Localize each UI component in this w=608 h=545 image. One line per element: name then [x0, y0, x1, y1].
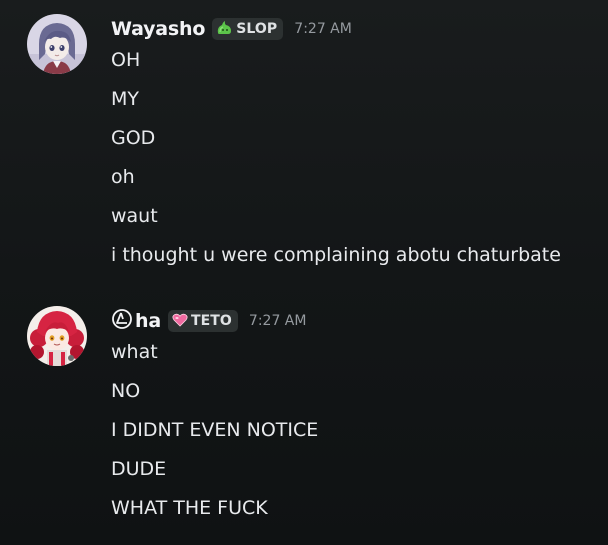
message-lines: what NO I DIDNT EVEN NOTICE DUDE WHAT TH… [111, 341, 318, 536]
slime-icon [216, 20, 233, 39]
message-text: MY [111, 88, 139, 110]
server-tag[interactable]: TETO [167, 310, 238, 332]
server-tag-label: SLOP [236, 21, 278, 37]
message-text: WHAT THE FUCK [111, 497, 268, 519]
circled-delta-icon [111, 308, 133, 334]
server-tag-label: TETO [190, 313, 232, 329]
avatar[interactable] [27, 14, 87, 74]
message-header: ha TETO 7:27 AM [111, 307, 306, 335]
avatar-image [27, 306, 87, 366]
avatar-image [27, 14, 87, 74]
pink-heart-icon [172, 312, 188, 331]
server-tag[interactable]: SLOP [212, 18, 284, 40]
message-text: DUDE [111, 458, 167, 480]
avatar[interactable] [27, 306, 87, 366]
message-text: i thought u were complaining abotu chatu… [111, 244, 561, 266]
message-text: GOD [111, 127, 156, 149]
message-text: NO [111, 380, 141, 402]
username[interactable]: Wayasho [111, 18, 205, 40]
username[interactable]: ha [135, 310, 161, 332]
message-text: waut [111, 205, 158, 227]
message-text: oh [111, 166, 135, 188]
message-text: I DIDNT EVEN NOTICE [111, 419, 319, 441]
timestamp[interactable]: 7:27 AM [294, 21, 352, 37]
message-lines: OH MY GOD oh waut i thought u were compl… [111, 49, 561, 283]
timestamp[interactable]: 7:27 AM [249, 313, 307, 329]
message-header: Wayasho SLOP 7:27 AM [111, 15, 352, 43]
message-text: what [111, 341, 158, 363]
message-text: OH [111, 49, 141, 71]
